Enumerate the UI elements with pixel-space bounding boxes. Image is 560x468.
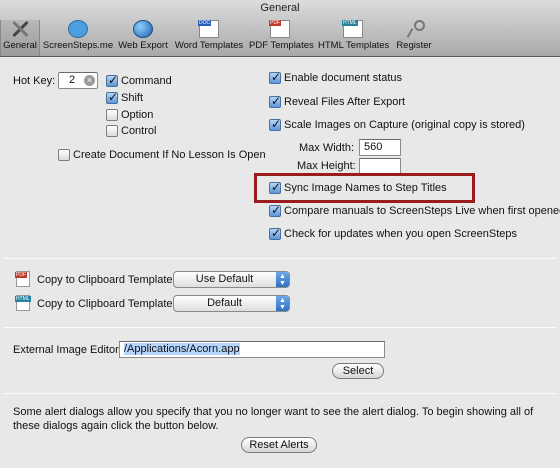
shift-checkbox[interactable] <box>106 90 118 104</box>
toolbar-html-templates[interactable]: HTML HTML Templates <box>318 20 390 56</box>
max-width-field[interactable]: 560 <box>359 139 401 156</box>
sync-names-checkbox[interactable] <box>269 180 281 194</box>
clear-icon[interactable]: × <box>84 75 95 86</box>
preferences-window: General General ScreenSteps.me Web Expor… <box>0 0 560 468</box>
window-title: General <box>260 2 300 14</box>
option-label: Option <box>121 109 154 121</box>
enable-status-label: Enable document status <box>284 72 403 84</box>
control-label: Control <box>121 125 157 137</box>
toolbar-word-templates-label: Word Templates <box>174 40 244 51</box>
max-width-label: Max Width: <box>299 142 355 154</box>
toolbar-web-export-label: Web Export <box>118 40 168 51</box>
toolbar-web-export[interactable]: Web Export <box>117 20 169 56</box>
divider <box>4 327 556 328</box>
divider <box>4 258 556 259</box>
pdf-template-popup[interactable]: Use Default ▲ ▼ <box>173 271 290 288</box>
reveal-files-checkbox[interactable] <box>269 94 281 108</box>
html-template-popup[interactable]: Default ▲ ▼ <box>173 295 290 312</box>
html-clipboard-label: Copy to Clipboard Template: <box>37 298 176 310</box>
max-height-label: Max Height: <box>297 160 356 172</box>
html-document-icon: HTML <box>342 20 363 38</box>
html-document-icon: HTML <box>15 295 31 311</box>
scale-images-checkbox[interactable] <box>269 117 281 131</box>
external-editor-field[interactable]: /Applications/Acorn.app <box>119 341 385 358</box>
command-label: Command <box>121 75 172 87</box>
key-icon <box>404 20 425 38</box>
shift-label: Shift <box>121 92 144 104</box>
pdf-clipboard-label: Copy to Clipboard Template: <box>37 274 176 286</box>
pdf-document-icon: PDF <box>15 271 30 287</box>
toolbar-register[interactable]: Register <box>394 20 434 56</box>
toolbar-word-templates[interactable]: DOC Word Templates <box>174 20 244 56</box>
html-template-value: Default <box>207 297 242 309</box>
hotkey-label: Hot Key: <box>13 75 56 87</box>
window-toolbar: General General ScreenSteps.me Web Expor… <box>0 0 560 57</box>
toolbar-general[interactable]: General <box>0 20 40 56</box>
compare-manuals-label: Compare manuals to ScreenSteps Live when… <box>284 205 560 217</box>
external-editor-value: /Applications/Acorn.app <box>124 343 240 355</box>
hotkey-value: 2 <box>69 74 76 86</box>
popup-arrows-icon: ▲ ▼ <box>276 296 289 311</box>
select-button[interactable]: Select <box>332 363 384 379</box>
word-document-icon: DOC <box>198 20 219 38</box>
sync-names-label: Sync Image Names to Step Titles <box>284 182 447 194</box>
scale-images-label: Scale Images on Capture (original copy i… <box>284 119 525 131</box>
create-document-label: Create Document If No Lesson Is Open <box>73 149 266 161</box>
general-icon <box>10 20 30 38</box>
check-updates-checkbox[interactable] <box>269 226 281 240</box>
toolbar-general-label: General <box>3 40 37 51</box>
toolbar-pdf-templates[interactable]: PDF PDF Templates <box>249 20 314 56</box>
toolbar-register-label: Register <box>396 40 432 51</box>
pdf-document-icon: PDF <box>269 20 290 38</box>
hotkey-field[interactable]: 2 × <box>58 72 98 89</box>
alerts-description: Some alert dialogs allow you specify tha… <box>13 406 534 432</box>
external-editor-label: External Image Editor: <box>13 344 122 356</box>
toolbar-screensteps-me[interactable]: ScreenSteps.me <box>42 20 114 56</box>
toolbar-pdf-templates-label: PDF Templates <box>249 40 314 51</box>
compare-manuals-checkbox[interactable] <box>269 203 281 217</box>
enable-status-checkbox[interactable] <box>269 70 281 84</box>
reset-alerts-button[interactable]: Reset Alerts <box>241 437 317 453</box>
option-checkbox[interactable] <box>106 109 118 121</box>
popup-arrows-icon: ▲ ▼ <box>276 272 289 287</box>
check-updates-label: Check for updates when you open ScreenSt… <box>284 228 517 240</box>
toolbar-html-templates-label: HTML Templates <box>318 40 390 51</box>
speech-bubble-icon <box>68 20 88 38</box>
max-width-value: 560 <box>364 141 383 153</box>
create-document-checkbox[interactable] <box>58 149 70 161</box>
command-checkbox[interactable] <box>106 73 118 87</box>
toolbar-screensteps-me-label: ScreenSteps.me <box>42 40 114 51</box>
control-checkbox[interactable] <box>106 125 118 137</box>
globe-icon <box>133 20 153 38</box>
reveal-files-label: Reveal Files After Export <box>284 96 406 108</box>
divider <box>4 393 556 394</box>
pdf-template-value: Use Default <box>195 273 254 285</box>
